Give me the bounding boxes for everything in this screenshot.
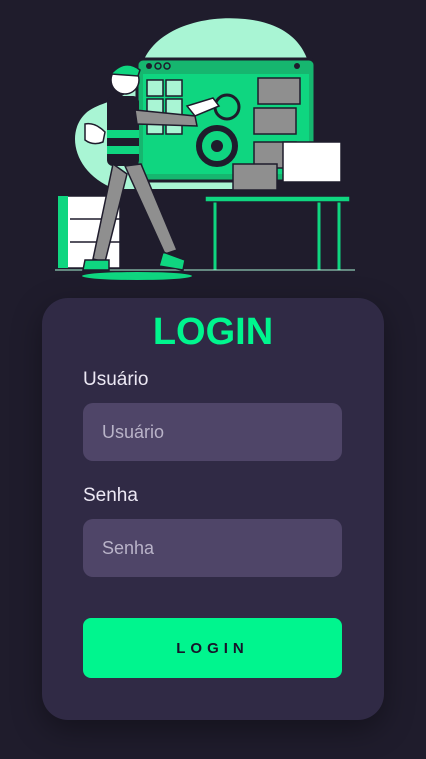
login-card: LOGIN Usuário Senha LOGIN [42,298,384,720]
login-button[interactable]: LOGIN [83,618,342,678]
maintenance-worker-illustration [55,18,355,280]
password-label: Senha [83,485,138,506]
desk-top [204,195,351,203]
username-label: Usuário [83,369,149,390]
login-page: LOGIN Usuário Senha LOGIN [0,0,426,759]
login-title: LOGIN [152,311,274,353]
password-input[interactable] [83,519,342,577]
username-input[interactable] [83,403,342,461]
